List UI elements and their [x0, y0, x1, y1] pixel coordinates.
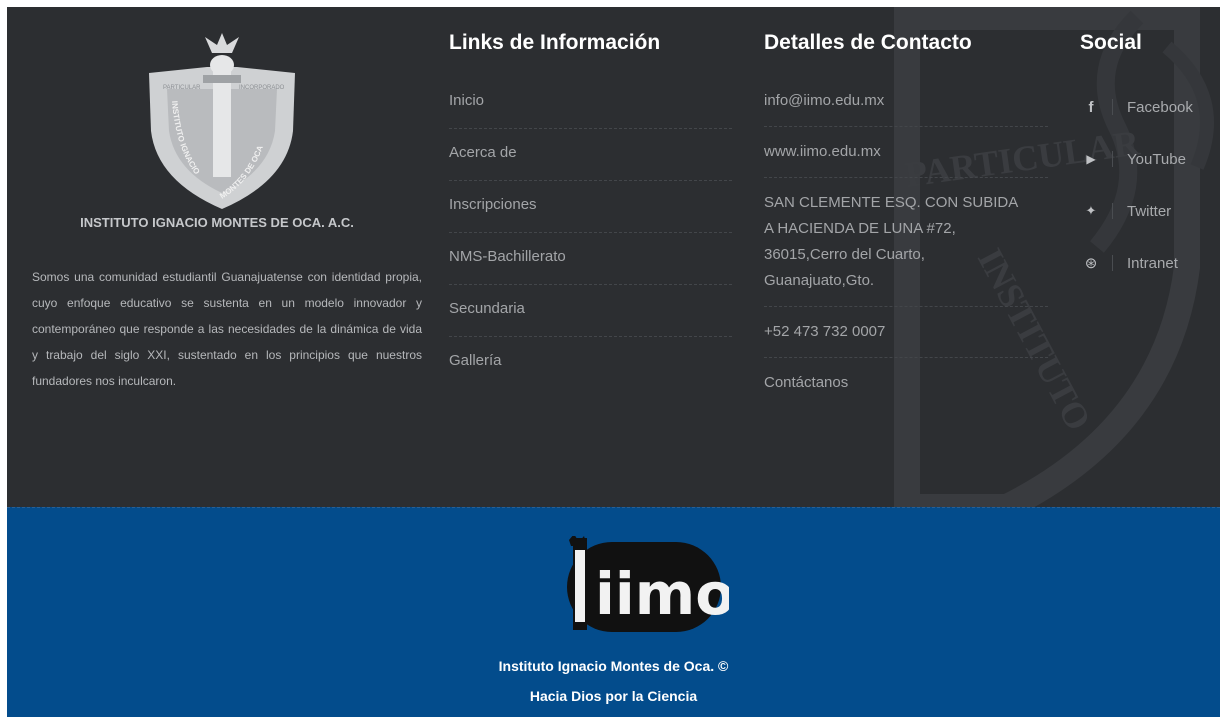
logo-wordmark: iimo: [595, 560, 729, 628]
social-divider: [1112, 151, 1113, 167]
contact-website[interactable]: www.iimo.edu.mx: [764, 127, 1048, 178]
social-facebook[interactable]: f Facebook: [1080, 81, 1220, 133]
facebook-icon: f: [1088, 98, 1094, 116]
social-divider: [1112, 99, 1113, 115]
social-list: f Facebook ▶ YouTube ✦ Twitter ⊛ Intrane…: [1080, 81, 1220, 289]
link-inscripciones[interactable]: Inscripciones: [449, 181, 732, 233]
social-divider: [1112, 203, 1113, 219]
address-line-3: 36015,Cerro del Cuarto,: [764, 246, 925, 263]
youtube-icon: ▶: [1086, 152, 1096, 166]
dribbble-icon: ⊛: [1084, 255, 1098, 272]
link-galleria[interactable]: Gallería: [449, 337, 732, 388]
contact-title: Detalles de Contacto: [764, 31, 972, 54]
link-nms-bachillerato[interactable]: NMS-Bachillerato: [449, 233, 732, 285]
social-youtube[interactable]: ▶ YouTube: [1080, 133, 1220, 185]
address-line-2: A HACIENDA DE LUNA #72,: [764, 220, 956, 237]
institute-crest-logo: PARTICULAR INCORPORADO INSTITUTO IGNACIO…: [149, 33, 295, 209]
social-label-youtube: YouTube: [1127, 150, 1186, 168]
bottom-bar: iimo Instituto Ignacio Montes de Oca. © …: [7, 507, 1220, 717]
info-links-title: Links de Información: [449, 31, 661, 54]
motto-text: Hacia Dios por la Ciencia: [529, 688, 698, 704]
crest-text-particular: PARTICULAR: [163, 85, 201, 91]
institution-name: INSTITUTO IGNACIO MONTES DE OCA. A.C.: [80, 215, 354, 230]
copyright-text: Instituto Ignacio Montes de Oca. ©: [498, 658, 729, 674]
social-label-intranet: Intranet: [1127, 254, 1178, 272]
social-label-twitter: Twitter: [1127, 202, 1172, 220]
contact-address: SAN CLEMENTE ESQ. CON SUBIDA A HACIENDA …: [764, 178, 1048, 307]
link-inicio[interactable]: Inicio: [449, 77, 732, 129]
address-line-4: Guanajuato,Gto.: [764, 272, 875, 289]
contact-details: info@iimo.edu.mx www.iimo.edu.mx SAN CLE…: [764, 82, 1048, 408]
social-divider: [1112, 255, 1113, 271]
social-intranet[interactable]: ⊛ Intranet: [1080, 237, 1220, 289]
address-line-1: SAN CLEMENTE ESQ. CON SUBIDA: [764, 194, 1019, 211]
social-twitter[interactable]: ✦ Twitter: [1080, 185, 1220, 237]
contact-email[interactable]: info@iimo.edu.mx: [764, 82, 1048, 127]
info-links-list: Inicio Acerca de Inscripciones NMS-Bachi…: [449, 77, 732, 388]
link-acerca-de[interactable]: Acerca de: [449, 129, 732, 181]
page-frame: PARTICULAR INSTITUTO PARTICULAR INCORPOR…: [7, 7, 1220, 717]
crest-text-incorporado: INCORPORADO: [239, 85, 285, 91]
link-secundaria[interactable]: Secundaria: [449, 285, 732, 337]
about-text: Somos una comunidad estudiantil Guanajua…: [32, 270, 422, 388]
social-title: Social: [1080, 31, 1142, 54]
iimo-logo[interactable]: iimo: [559, 536, 729, 636]
twitter-icon: ✦: [1085, 203, 1097, 218]
contact-phone: +52 473 732 0007: [764, 307, 1048, 358]
footer-main: PARTICULAR INSTITUTO PARTICULAR INCORPOR…: [7, 7, 1220, 507]
social-label-facebook: Facebook: [1127, 98, 1193, 116]
contact-link[interactable]: Contáctanos: [764, 358, 1048, 408]
